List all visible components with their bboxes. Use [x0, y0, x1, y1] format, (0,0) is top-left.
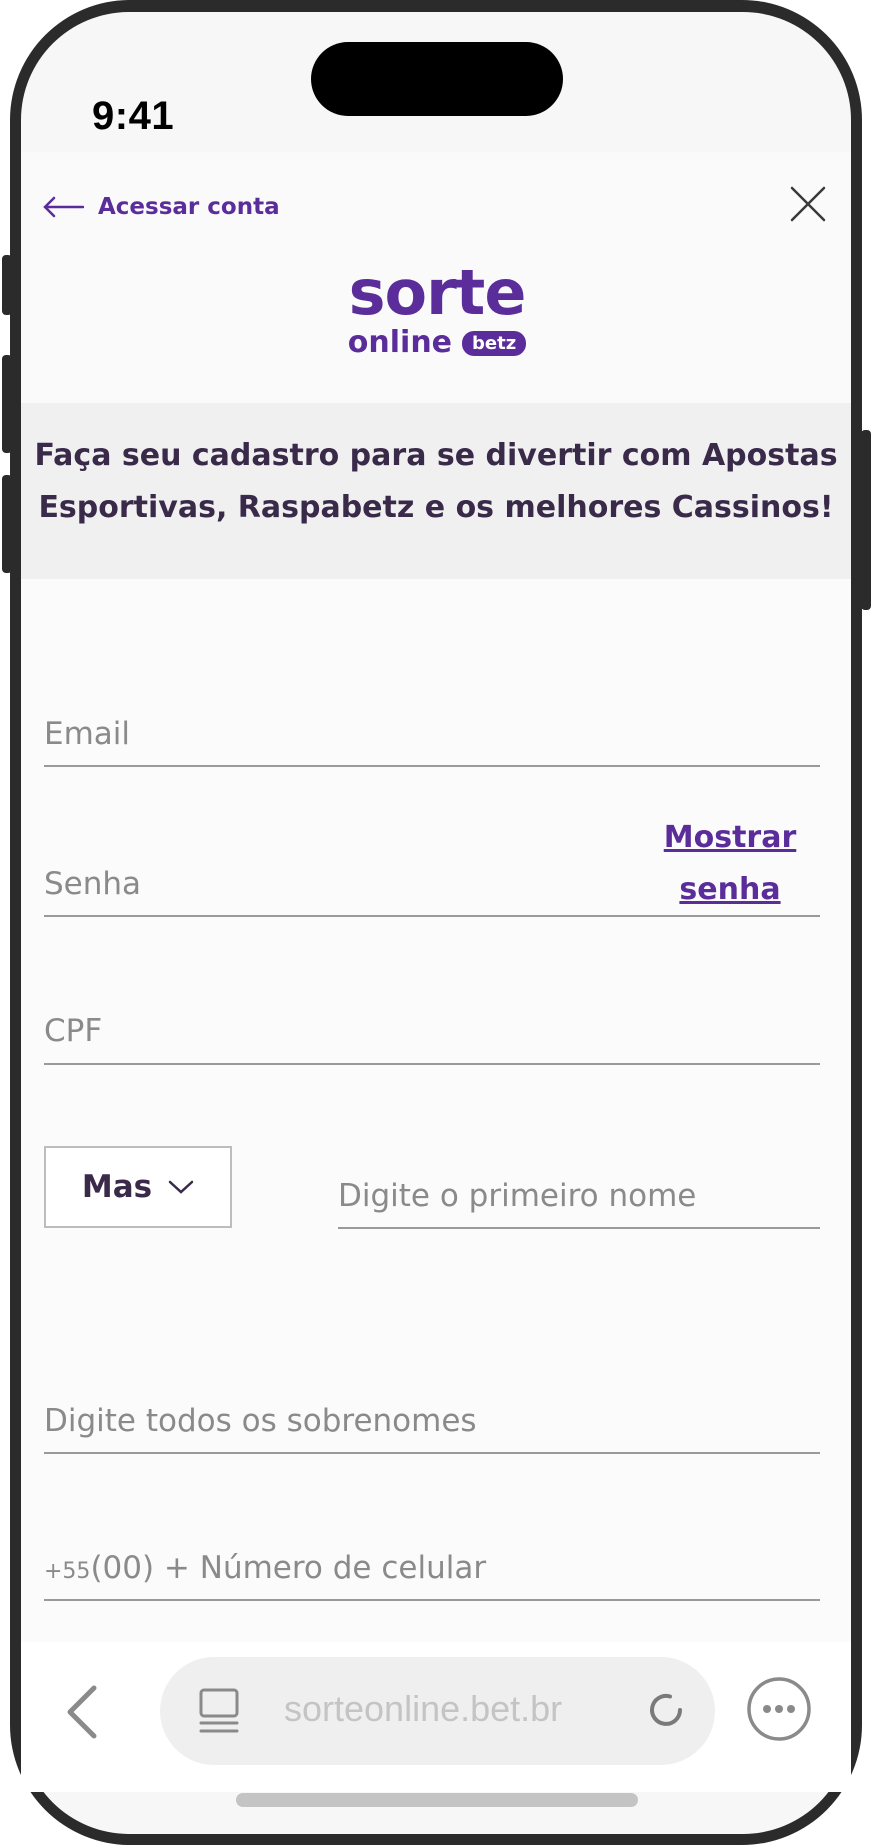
last-name-field[interactable]: Digite todos os sobrenomes: [44, 1403, 477, 1439]
email-underline: [44, 765, 820, 767]
cpf-underline: [44, 1063, 820, 1065]
chevron-left-icon[interactable]: [62, 1682, 102, 1742]
tabs-icon[interactable]: [196, 1687, 242, 1737]
chevron-down-icon: [168, 1180, 194, 1194]
password-field[interactable]: Senha: [44, 866, 141, 902]
logo-online-text: online: [347, 325, 453, 360]
phone-placeholder: (00) + Número de celular: [90, 1550, 487, 1586]
arrow-left-icon: [43, 196, 84, 218]
dynamic-island: [311, 42, 563, 116]
email-field[interactable]: Email: [44, 716, 130, 752]
cpf-field[interactable]: CPF: [44, 1013, 102, 1049]
phone-underline: [44, 1599, 820, 1601]
status-time: 9:41: [92, 94, 175, 138]
close-icon[interactable]: [788, 184, 828, 224]
home-indicator[interactable]: [236, 1793, 638, 1807]
back-to-login-link[interactable]: Acessar conta: [42, 194, 280, 220]
signup-banner-text: Faça seu cadastro para se divertir com A…: [34, 438, 838, 525]
volume-up-button: [2, 355, 12, 453]
first-name-field[interactable]: Digite o primeiro nome: [338, 1178, 696, 1214]
show-password-link[interactable]: Mostrar senha: [650, 812, 810, 916]
power-button: [861, 430, 871, 610]
back-link-label: Acessar conta: [98, 194, 280, 220]
reload-icon[interactable]: [644, 1688, 688, 1732]
phone-field[interactable]: +55(00) + Número de celular: [44, 1550, 486, 1586]
mute-switch: [2, 255, 12, 315]
first-name-underline: [338, 1227, 820, 1229]
logo-betz-badge: betz: [462, 330, 527, 356]
volume-down-button: [2, 475, 12, 573]
sorte-online-logo: sorte online betz: [302, 262, 572, 358]
gender-select[interactable]: Mas: [44, 1146, 232, 1228]
last-name-underline: [44, 1452, 820, 1454]
more-icon[interactable]: [746, 1676, 812, 1742]
logo-sorte-text: sorte: [348, 256, 527, 329]
gender-select-value: Mas: [81, 1169, 153, 1205]
phone-country-code: +55: [44, 1559, 91, 1584]
url-text[interactable]: sorteonline.bet.br: [284, 1688, 562, 1730]
logo-line2: online betz: [302, 328, 572, 358]
signup-form: [21, 579, 851, 1642]
password-underline: [44, 915, 820, 917]
